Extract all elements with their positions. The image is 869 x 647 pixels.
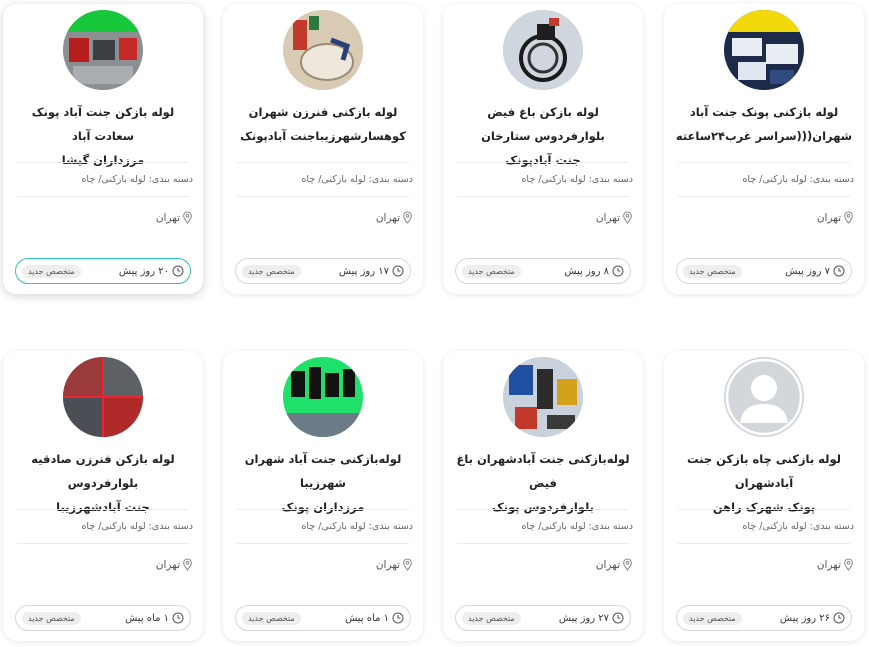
location-pin-icon: [844, 211, 853, 224]
provider-card[interactable]: لوله‌بازکنی جنت آبادشهران باغ فیض بلوارف…: [443, 351, 643, 641]
provider-location: تهران: [596, 211, 633, 224]
provider-card[interactable]: لوله بازکنی پونک جنت آباد شهران(((سراسر …: [664, 4, 864, 294]
clock-icon: [392, 265, 404, 277]
provider-location: تهران: [817, 558, 854, 571]
photo-thumbnail-icon: [283, 357, 363, 437]
posted-time: ۲۷ روز پیش: [559, 612, 624, 624]
photo-thumbnail-icon: [503, 357, 583, 437]
provider-location: تهران: [596, 558, 633, 571]
provider-avatar: [724, 10, 804, 90]
posted-time: ۱ ماه پیش: [345, 612, 404, 624]
status-badge: متخصص جدید: [462, 611, 521, 625]
provider-location: تهران: [376, 211, 413, 224]
provider-card[interactable]: لوله بازکنی چاه بازکن جنت آبادشهران پونک…: [664, 351, 864, 641]
posted-time: ۲۰ روز پیش: [119, 265, 184, 277]
location-pin-icon: [403, 558, 412, 571]
photo-thumbnail-icon: [63, 10, 143, 90]
provider-card[interactable]: لوله بازکن باغ فیض بلوارفردوس ستارخان جن…: [443, 4, 643, 294]
clock-icon: [833, 612, 845, 624]
provider-title: لوله بازکنی فنرزن شهران کوهسارشهرزیباجنت…: [240, 105, 406, 143]
provider-avatar: [283, 10, 363, 90]
provider-footer: ۷ روز پیش متخصص جدید: [676, 258, 852, 284]
provider-footer: ۱۷ روز پیش متخصص جدید: [235, 258, 411, 284]
posted-time: ۱ ماه پیش: [125, 612, 184, 624]
provider-footer: ۲۰ روز پیش متخصص جدید: [15, 258, 191, 284]
photo-thumbnail-icon: [503, 10, 583, 90]
provider-category: دسته بندی: لوله بازکنی/ چاه: [81, 521, 193, 532]
provider-category: دسته بندی: لوله بازکنی/ چاه: [521, 174, 633, 185]
clock-icon: [612, 265, 624, 277]
provider-avatar: [724, 357, 804, 437]
clock-icon: [392, 612, 404, 624]
provider-location: تهران: [156, 211, 193, 224]
provider-category: دسته بندی: لوله بازکنی/ چاه: [81, 174, 193, 185]
location-pin-icon: [623, 558, 632, 571]
posted-time: ۸ روز پیش: [564, 265, 624, 277]
clock-icon: [172, 265, 184, 277]
provider-footer: ۲۶ روز پیش متخصص جدید: [676, 605, 852, 631]
clock-icon: [833, 265, 845, 277]
provider-card[interactable]: لوله‌بازکنی جنت آباد شهران شهرزیبا مرزدا…: [223, 351, 423, 641]
status-badge: متخصص جدید: [462, 264, 521, 278]
status-badge: متخصص جدید: [22, 264, 81, 278]
posted-time: ۱۷ روز پیش: [339, 265, 404, 277]
status-badge: متخصص جدید: [683, 611, 742, 625]
status-badge: متخصص جدید: [242, 264, 301, 278]
status-badge: متخصص جدید: [22, 611, 81, 625]
provider-location: تهران: [817, 211, 854, 224]
provider-footer: ۱ ماه پیش متخصص جدید: [235, 605, 411, 631]
provider-footer: ۱ ماه پیش متخصص جدید: [15, 605, 191, 631]
provider-category: دسته بندی: لوله بازکنی/ چاه: [742, 521, 854, 532]
provider-avatar: [63, 357, 143, 437]
provider-footer: ۸ روز پیش متخصص جدید: [455, 258, 631, 284]
photo-thumbnail-icon: [283, 10, 363, 90]
clock-icon: [172, 612, 184, 624]
location-pin-icon: [183, 211, 192, 224]
posted-time: ۷ روز پیش: [785, 265, 845, 277]
provider-location: تهران: [376, 558, 413, 571]
provider-grid: لوله بازکنی پونک جنت آباد شهران(((سراسر …: [0, 0, 869, 647]
location-pin-icon: [403, 211, 412, 224]
clock-icon: [612, 612, 624, 624]
provider-category: دسته بندی: لوله بازکنی/ چاه: [742, 174, 854, 185]
provider-title: لوله بازکنی پونک جنت آباد شهران(((سراسر …: [675, 105, 853, 143]
provider-avatar: [503, 357, 583, 437]
provider-avatar: [63, 10, 143, 90]
location-pin-icon: [623, 211, 632, 224]
provider-category: دسته بندی: لوله بازکنی/ چاه: [301, 521, 413, 532]
provider-avatar: [283, 357, 363, 437]
photo-thumbnail-icon: [724, 10, 804, 90]
status-badge: متخصص جدید: [683, 264, 742, 278]
provider-category: دسته بندی: لوله بازکنی/ چاه: [521, 521, 633, 532]
location-pin-icon: [844, 558, 853, 571]
photo-thumbnail-icon: [63, 357, 143, 437]
location-pin-icon: [183, 558, 192, 571]
provider-card-active[interactable]: لوله بازکن جنت آباد پونک سعادت آباد مرزد…: [3, 4, 203, 294]
provider-avatar: [503, 10, 583, 90]
provider-card[interactable]: لوله بازکنی فنرزن شهران کوهسارشهرزیباجنت…: [223, 4, 423, 294]
default-user-icon: [724, 357, 804, 437]
status-badge: متخصص جدید: [242, 611, 301, 625]
provider-footer: ۲۷ روز پیش متخصص جدید: [455, 605, 631, 631]
provider-category: دسته بندی: لوله بازکنی/ چاه: [301, 174, 413, 185]
provider-card[interactable]: لوله بازکن فنرزن صادقیه بلوارفردوس جنت آ…: [3, 351, 203, 641]
provider-location: تهران: [156, 558, 193, 571]
posted-time: ۲۶ روز پیش: [780, 612, 845, 624]
